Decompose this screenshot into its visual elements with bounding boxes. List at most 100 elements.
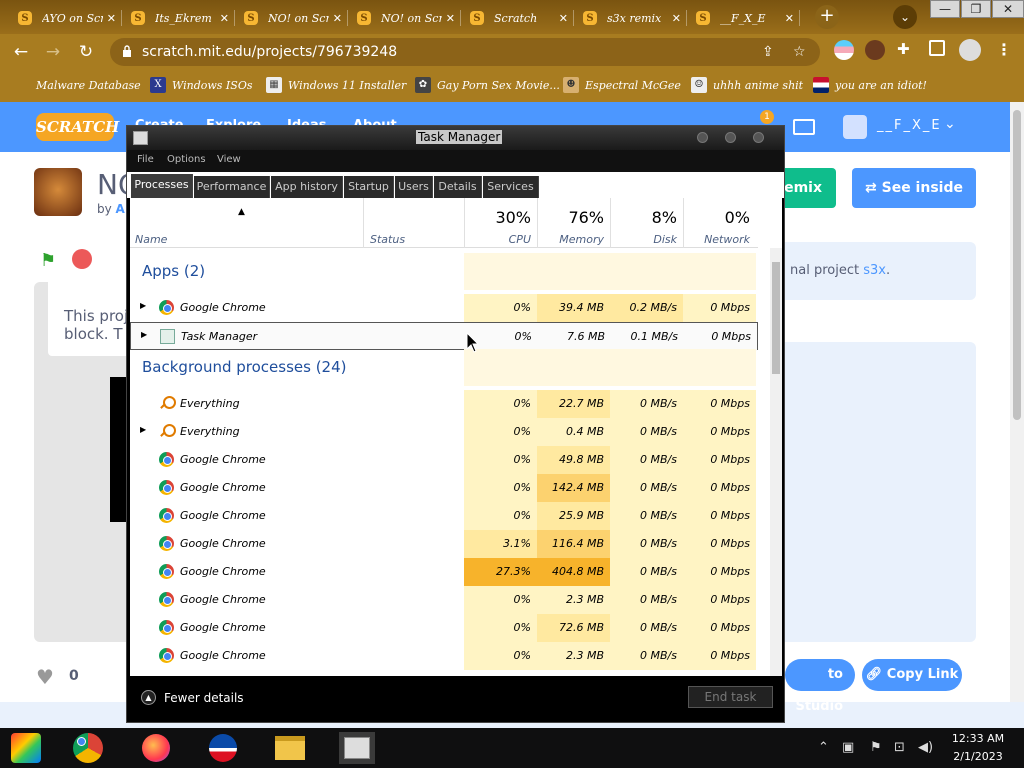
browser-tab[interactable]: S NO! on Scratch ✕: [238, 4, 348, 32]
bookmark-anime[interactable]: ☺ uhhh anime shit: [691, 77, 803, 93]
restore-button[interactable]: ❐: [961, 0, 991, 18]
clock-time[interactable]: 12:33 AM: [950, 732, 1006, 745]
scratch-logo[interactable]: SCRATCH: [36, 113, 119, 141]
tab-search-button[interactable]: ⌄: [893, 5, 917, 29]
bookmark-windows-isos[interactable]: X Windows ISOs: [150, 77, 252, 93]
close-tab-icon[interactable]: ✕: [559, 12, 568, 25]
tab-services[interactable]: Services: [483, 176, 539, 198]
bookmark-malware-database[interactable]: Malware Database: [14, 77, 141, 93]
minimize-button[interactable]: —: [930, 0, 960, 18]
browser-tab[interactable]: Ss3x remix ✕: [577, 4, 687, 32]
tm-maximize-button[interactable]: [725, 132, 736, 143]
expand-arrow-icon[interactable]: ▶: [140, 301, 146, 310]
column-disk[interactable]: 8% Disk: [610, 198, 683, 248]
tab-startup[interactable]: Startup: [344, 176, 394, 198]
column-cpu[interactable]: 30% CPU: [464, 198, 537, 248]
tab-details[interactable]: Details: [434, 176, 482, 198]
bookmark-you-are-an-idiot[interactable]: you are an idiot!: [813, 77, 927, 93]
process-row[interactable]: Google Chrome 0% 72.6 MB 0 MB/s 0 Mbps: [130, 614, 758, 642]
process-row[interactable]: Google Chrome 3.1% 116.4 MB 0 MB/s 0 Mbps: [130, 530, 758, 558]
close-tab-icon[interactable]: ✕: [220, 12, 229, 25]
tab-app-history[interactable]: App history: [271, 176, 343, 198]
avatar-extension-icon[interactable]: [865, 40, 885, 60]
chevron-down-icon[interactable]: ⌄: [944, 116, 956, 132]
bookmark-gay-porn-sex-movie[interactable]: ✿ Gay Porn Sex Movie...: [415, 77, 560, 93]
bookmark-espectral-mcgee[interactable]: ☻ Espectral McGee: [563, 77, 681, 93]
task-manager-titlebar[interactable]: Task Manager: [127, 126, 784, 150]
add-to-studio-button[interactable]: to Studio: [785, 659, 855, 714]
clock-date[interactable]: 2/1/2023: [950, 750, 1006, 763]
tab-processes[interactable]: Processes: [131, 174, 193, 198]
process-row[interactable]: Everything 0% 22.7 MB 0 MB/s 0 Mbps: [130, 390, 758, 418]
process-row[interactable]: ▶ Everything 0% 0.4 MB 0 MB/s 0 Mbps: [130, 418, 758, 446]
chrome-icon[interactable]: [70, 732, 106, 764]
sidepanel-icon[interactable]: [929, 40, 945, 56]
url-text[interactable]: scratch.mit.edu/projects/796739248: [142, 44, 397, 60]
my-stuff-folder-icon[interactable]: [793, 119, 815, 135]
bookmark-star-icon[interactable]: ☆: [793, 44, 806, 60]
share-icon[interactable]: ⇪: [762, 44, 774, 60]
volume-icon[interactable]: ◀): [918, 740, 933, 755]
column-name[interactable]: Name: [135, 233, 167, 246]
bookmark-windows-11-installer[interactable]: ▦ Windows 11 Installer: [266, 77, 406, 93]
tab-performance[interactable]: Performance: [194, 176, 270, 198]
process-list-scrollbar-thumb[interactable]: [772, 262, 780, 374]
process-row[interactable]: Google Chrome 0% 25.9 MB 0 MB/s 0 Mbps: [130, 502, 758, 530]
back-button[interactable]: ←: [10, 42, 32, 62]
address-bar[interactable]: scratch.mit.edu/projects/796739248 ⇪ ☆: [110, 38, 820, 66]
profile-icon[interactable]: [959, 39, 981, 61]
process-row[interactable]: Google Chrome 0% 142.4 MB 0 MB/s 0 Mbps: [130, 474, 758, 502]
close-window-button[interactable]: ✕: [992, 0, 1024, 18]
green-flag-icon[interactable]: ⚑: [40, 250, 56, 271]
project-author-avatar[interactable]: [34, 168, 82, 216]
new-tab-button[interactable]: +: [815, 5, 839, 29]
page-scrollbar-thumb[interactable]: [1013, 110, 1021, 420]
see-inside-button[interactable]: ⇄ See inside: [852, 168, 976, 208]
process-row[interactable]: Google Chrome 27.3% 404.8 MB 0 MB/s 0 Mbps: [130, 558, 758, 586]
tm-close-button[interactable]: [753, 132, 764, 143]
close-tab-icon[interactable]: ✕: [672, 12, 681, 25]
original-project-link[interactable]: s3x: [863, 263, 886, 278]
obama-icon[interactable]: [205, 732, 241, 764]
file-explorer-icon[interactable]: [272, 732, 308, 764]
browser-tab[interactable]: S NO! on Scratch ✕: [351, 4, 461, 32]
process-row[interactable]: Google Chrome 0% 49.8 MB 0 MB/s 0 Mbps: [130, 446, 758, 474]
start-icon[interactable]: [8, 732, 44, 764]
task-manager-icon[interactable]: [339, 732, 375, 764]
column-status[interactable]: Status: [363, 198, 464, 248]
tab-users[interactable]: Users: [395, 176, 433, 198]
menu-file[interactable]: File: [137, 154, 154, 165]
firefox-icon[interactable]: [138, 732, 174, 764]
heart-icon[interactable]: ♥: [36, 665, 54, 689]
kebab-menu-icon[interactable]: ⋮: [996, 40, 1012, 59]
forward-button[interactable]: →: [42, 42, 64, 62]
process-row[interactable]: ▶ Task Manager 0% 7.6 MB 0.1 MB/s 0 Mbps: [130, 322, 758, 351]
process-row[interactable]: ▶ Google Chrome 0% 39.4 MB 0.2 MB/s 0 Mbps: [130, 294, 758, 322]
process-row[interactable]: Google Chrome 0% 2.3 MB 0 MB/s 0 Mbps: [130, 586, 758, 614]
show-hidden-icons[interactable]: ⌃: [818, 740, 829, 755]
network-icon[interactable]: ⊡: [894, 740, 905, 755]
browser-tab[interactable]: S AYO on Scratch ✕: [12, 4, 122, 32]
close-tab-icon[interactable]: ✕: [785, 12, 794, 25]
action-center-flag-icon[interactable]: ⚑: [870, 740, 882, 755]
menu-options[interactable]: Options: [167, 154, 206, 165]
tm-minimize-button[interactable]: [697, 132, 708, 143]
expand-arrow-icon[interactable]: ▶: [141, 330, 147, 339]
author-link[interactable]: A: [116, 202, 125, 216]
fewer-details-button[interactable]: ▲ Fewer details: [141, 690, 244, 705]
browser-tab[interactable]: S Its_Ekrem ✕: [125, 4, 235, 32]
copy-link-button[interactable]: 🔗︎ Copy Link: [862, 659, 962, 691]
menu-view[interactable]: View: [217, 154, 241, 165]
column-memory[interactable]: 76% Memory: [537, 198, 610, 248]
username[interactable]: __F_X_E: [877, 118, 942, 133]
user-avatar[interactable]: [843, 115, 867, 139]
close-tab-icon[interactable]: ✕: [107, 12, 116, 25]
reload-button[interactable]: ↻: [75, 42, 97, 62]
process-row[interactable]: Google Chrome 0% 2.3 MB 0 MB/s 0 Mbps: [130, 642, 758, 670]
browser-tab[interactable]: S __F_X_E ✕: [690, 4, 800, 32]
browser-tab[interactable]: S Scratch ✕: [464, 4, 574, 32]
expand-arrow-icon[interactable]: ▶: [140, 425, 146, 434]
end-task-button[interactable]: End task: [688, 686, 773, 708]
display-icon[interactable]: ▣: [842, 740, 854, 755]
puzzle-extensions-icon[interactable]: ✚: [897, 40, 917, 60]
